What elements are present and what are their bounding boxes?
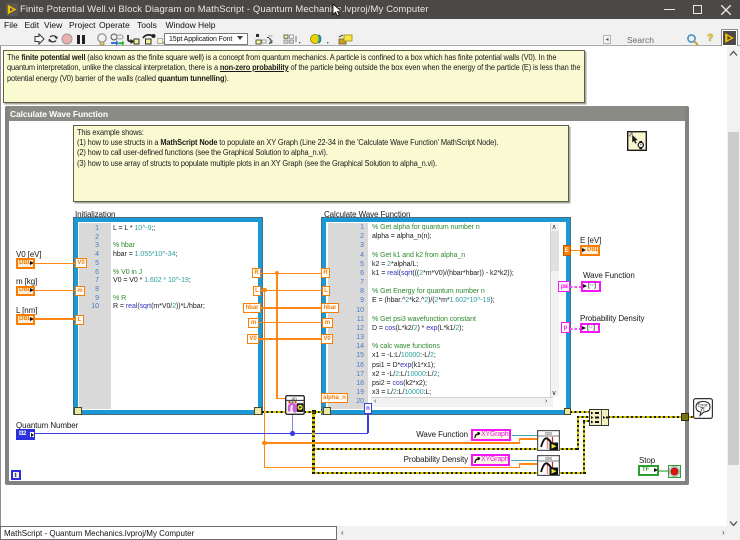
svg-text:GM: GM: [545, 431, 552, 436]
svg-text:?!: ?!: [700, 407, 705, 413]
svg-text:αn: αn: [292, 396, 298, 401]
svg-text:GM: GM: [545, 456, 552, 461]
